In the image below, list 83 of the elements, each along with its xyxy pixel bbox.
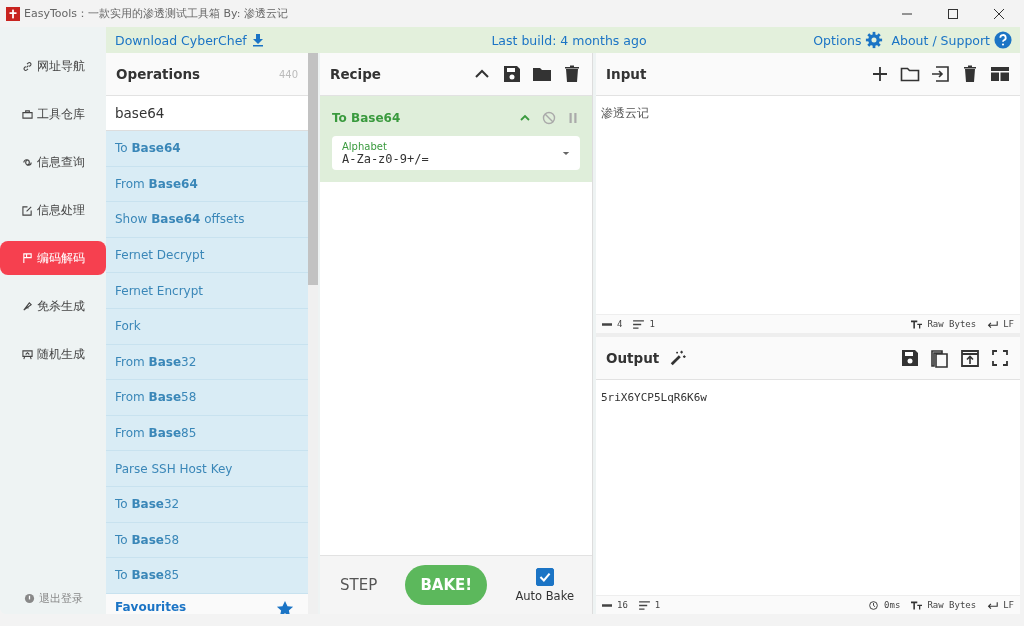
operation-item[interactable]: Show Base64 offsets bbox=[106, 202, 308, 238]
input-encoding[interactable]: Raw Bytes bbox=[927, 319, 977, 329]
settings-icon bbox=[865, 31, 884, 49]
logout-link[interactable]: 退出登录 bbox=[0, 591, 106, 606]
add-icon[interactable] bbox=[870, 64, 890, 84]
sidebar-item[interactable]: 网址导航 bbox=[0, 49, 106, 83]
input-length: 4 bbox=[617, 319, 623, 329]
lines-icon bbox=[633, 319, 645, 329]
length-icon bbox=[602, 602, 612, 608]
step-name: To Base64 bbox=[332, 111, 401, 125]
auto-bake-checkbox[interactable] bbox=[535, 567, 554, 586]
import-icon[interactable] bbox=[930, 64, 950, 84]
bake-button[interactable]: BAKE! bbox=[405, 565, 488, 605]
output-title: Output bbox=[606, 350, 660, 366]
operation-item[interactable]: Parse SSH Host Key bbox=[106, 451, 308, 487]
last-build-text: Last build: 4 months ago bbox=[491, 32, 647, 48]
sidebar-item[interactable]: 信息查询 bbox=[0, 145, 106, 179]
auto-bake-label: Auto Bake bbox=[515, 588, 574, 603]
about-link[interactable]: About / Support bbox=[891, 31, 1012, 49]
input-text-area[interactable]: 渗透云记 bbox=[596, 96, 1020, 314]
operation-item[interactable]: From Base58 bbox=[106, 380, 308, 416]
sidebar-item[interactable]: 信息处理 bbox=[0, 193, 106, 227]
sidebar-item[interactable]: 免杀生成 bbox=[0, 289, 106, 323]
output-encoding[interactable]: Raw Bytes bbox=[927, 600, 977, 610]
sidebar-item[interactable]: 工具仓库 bbox=[0, 97, 106, 131]
board-icon bbox=[22, 348, 33, 360]
operation-item[interactable]: To Base64 bbox=[106, 131, 308, 167]
input-title: Input bbox=[606, 66, 647, 82]
save-icon[interactable] bbox=[502, 64, 522, 84]
operations-title: Operations bbox=[116, 66, 201, 82]
caret-icon bbox=[562, 150, 570, 156]
text-format-icon bbox=[911, 319, 923, 329]
sidebar-item[interactable]: 随机生成 bbox=[0, 337, 106, 371]
operation-item[interactable]: From Base32 bbox=[106, 344, 308, 381]
output-lines: 1 bbox=[654, 600, 661, 610]
operation-item[interactable]: Fernet Decrypt bbox=[106, 237, 308, 274]
output-length: 16 bbox=[617, 600, 628, 610]
clock-icon bbox=[868, 600, 880, 610]
edit-icon bbox=[22, 204, 33, 216]
operation-item[interactable]: Fork bbox=[106, 308, 308, 345]
output-text-area: 5riX6YCP5LqR6K6w bbox=[596, 380, 1020, 595]
input-lines: 1 bbox=[649, 319, 655, 329]
briefcase-icon bbox=[22, 108, 33, 120]
download-link[interactable]: Download CyberChef bbox=[115, 32, 265, 48]
chain-icon bbox=[22, 156, 33, 168]
scrollbar[interactable] bbox=[308, 53, 318, 614]
delete-icon[interactable] bbox=[562, 64, 582, 84]
operations-count: 440 bbox=[278, 68, 298, 80]
star-icon bbox=[276, 600, 294, 614]
maximize-icon[interactable] bbox=[948, 8, 958, 19]
flag-icon bbox=[22, 252, 33, 264]
operation-item[interactable]: Fernet Encrypt bbox=[106, 273, 308, 309]
output-eol[interactable]: LF bbox=[1003, 600, 1014, 610]
info-icon bbox=[23, 593, 35, 604]
window-title: EasyTools：一款实用的渗透测试工具箱 By: 渗透云记 bbox=[24, 6, 288, 21]
operation-item[interactable]: From Base85 bbox=[106, 415, 308, 452]
download-icon bbox=[250, 33, 265, 47]
app-logo-icon bbox=[6, 6, 20, 21]
layout-icon[interactable] bbox=[990, 64, 1010, 84]
length-icon bbox=[602, 321, 612, 327]
magic-wand-icon[interactable] bbox=[669, 349, 688, 367]
save-icon[interactable] bbox=[900, 348, 920, 368]
return-icon bbox=[987, 600, 999, 610]
text-format-icon bbox=[911, 600, 923, 610]
bake-time: 0ms bbox=[884, 600, 901, 610]
lines-icon bbox=[638, 600, 650, 610]
link-icon bbox=[22, 60, 33, 72]
input-eol[interactable]: LF bbox=[1003, 319, 1014, 329]
return-icon bbox=[987, 319, 999, 329]
operation-item[interactable]: To Base32 bbox=[106, 486, 308, 523]
step-button[interactable]: STEP bbox=[340, 576, 378, 594]
replace-input-icon[interactable] bbox=[960, 348, 980, 368]
close-icon[interactable] bbox=[994, 8, 1004, 19]
fullscreen-icon[interactable] bbox=[990, 348, 1010, 368]
operation-item[interactable]: To Base58 bbox=[106, 522, 308, 559]
options-link[interactable]: Options bbox=[813, 31, 884, 49]
recipe-title: Recipe bbox=[330, 66, 381, 82]
sidebar-item[interactable]: 编码解码 bbox=[0, 241, 106, 275]
operation-item[interactable]: To Base85 bbox=[106, 558, 308, 594]
help-icon bbox=[994, 31, 1012, 49]
copy-icon[interactable] bbox=[930, 348, 950, 368]
operation-item[interactable]: From Base64 bbox=[106, 166, 308, 203]
alphabet-dropdown[interactable]: Alphabet A-Za-z0-9+/= bbox=[332, 136, 580, 170]
